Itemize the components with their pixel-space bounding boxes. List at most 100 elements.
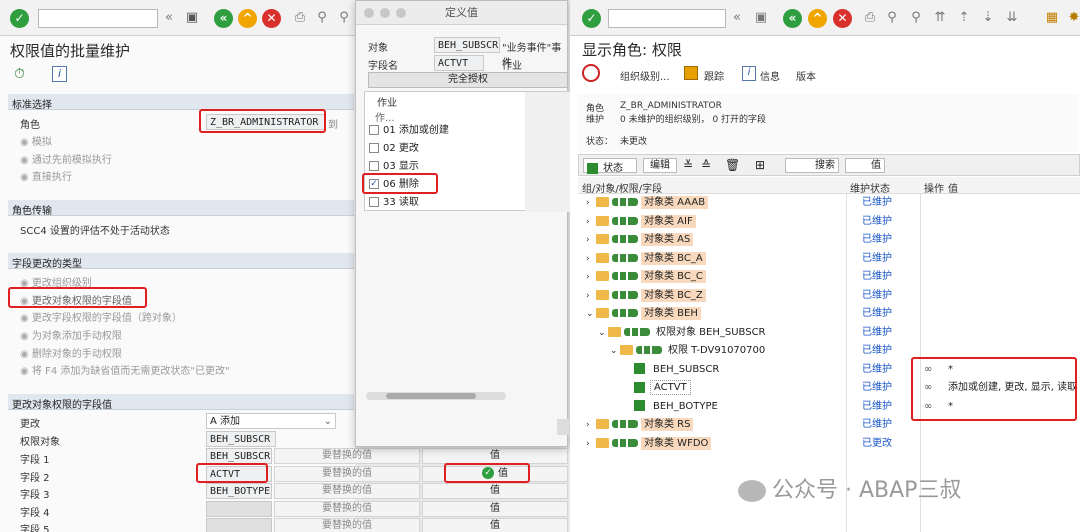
field-name-input[interactable] [206,500,272,517]
expand-chevron-icon[interactable]: › [586,231,596,249]
enter-icon[interactable]: ✓ [10,9,29,28]
expand-chevron-icon[interactable]: › [586,250,596,268]
back-icon[interactable]: « [783,9,802,28]
radio-delete-manual[interactable]: 删除对象的手动权限 [20,345,122,360]
save-icon[interactable]: ▣ [184,10,200,26]
cancel-icon[interactable]: ✕ [833,9,852,28]
field-name-input[interactable]: BEH_SUBSCR [206,448,272,464]
expand-chevron-icon[interactable]: › [586,435,596,453]
info-icon[interactable]: i [52,66,67,82]
enter-icon[interactable]: ✓ [582,9,601,28]
edit-button[interactable]: 编辑 [643,158,677,173]
tree-row[interactable]: › 对象类 AAAB 已维护 [582,194,1078,212]
collapse-icon[interactable]: « [161,10,177,26]
tree-row[interactable]: › 对象类 BC_A 已维护 [582,250,1078,268]
radio-f4-default[interactable]: 将 F4 添加为缺省值而无需更改状态"已更改" [20,362,230,377]
command-field[interactable] [38,9,158,28]
replace-value-cell[interactable]: 要替换的值 [274,465,420,482]
find-next-icon[interactable]: ⚲ [336,10,352,26]
tree-row[interactable]: › 对象类 AIF 已维护 [582,213,1078,231]
checkbox[interactable] [369,197,379,207]
save-icon[interactable]: ▣ [753,10,769,26]
last-page-icon[interactable]: ⇊ [1004,10,1020,26]
find-next-icon[interactable]: ⚲ [908,10,924,26]
tree-row[interactable]: › 对象类 BC_C 已维护 [582,268,1078,286]
radio-simulate[interactable]: 模拟 [20,133,52,148]
status-icon [587,162,598,174]
command-field[interactable] [608,9,726,28]
replace-value-cell[interactable]: 要替换的值 [274,483,420,499]
collapse-icon[interactable]: « [729,10,745,26]
exit-icon[interactable]: ^ [238,9,257,28]
tree-row[interactable]: ⌄ 权限对象 BEH_SUBSCR 已维护 [582,324,1078,342]
field-name-input[interactable] [206,518,272,532]
radio-add-manual[interactable]: 为对象添加手动权限 [20,327,122,342]
activity-item[interactable]: 02 更改 [369,141,519,157]
expand-chevron-icon[interactable]: › [586,416,596,434]
status-button[interactable]: 状态 [583,158,637,174]
expand-chevron-icon[interactable]: ⌄ [610,342,620,360]
checkbox[interactable] [369,125,379,135]
field-name-input[interactable]: BEH_BOTYPE [206,483,272,499]
next-page-icon[interactable]: ⇣ [980,10,996,26]
activity-item[interactable]: 33 读取 [369,195,519,211]
back-icon[interactable]: « [214,9,233,28]
help-icon[interactable]: ✸ [1066,10,1080,26]
info-icon[interactable]: i [742,66,756,81]
value-cell[interactable]: 值 [422,448,568,464]
radio-prev-sim[interactable]: 通过先前模拟执行 [20,151,112,166]
expand-all-icon[interactable]: ≚ [683,158,693,172]
activity-item[interactable]: 01 添加或创建 [369,123,519,139]
new-window-icon[interactable]: ▦ [1044,10,1060,26]
find-icon[interactable]: ⚲ [314,10,330,26]
insert-icon[interactable]: ⊞ [755,158,765,172]
minimize-dot-icon[interactable] [380,8,390,18]
trace-button[interactable]: 跟踪 [704,68,724,83]
expand-chevron-icon[interactable]: › [586,194,596,212]
dialog-action-icon[interactable] [557,419,569,435]
horizontal-scrollbar[interactable] [366,392,506,400]
execute-icon[interactable]: ⏱ [14,66,32,84]
info-button[interactable]: 信息 [760,68,780,83]
expand-chevron-icon[interactable]: ⌄ [598,324,608,342]
radio-cross-object[interactable]: 更改字段权限的字段值（跨对象） [20,309,182,324]
close-dot-icon[interactable] [364,8,374,18]
trace-icon[interactable] [684,66,698,80]
org-level-button[interactable]: 组织级别... [620,68,670,83]
version-button[interactable]: 版本 [796,68,816,83]
value-cell[interactable]: 值 [422,483,568,499]
object-input[interactable]: BEH_SUBSCR [206,431,276,447]
cancel-icon[interactable]: ✕ [262,9,281,28]
value-cell[interactable]: 值 [422,500,568,517]
tree-row[interactable]: › 对象类 AS 已维护 [582,231,1078,249]
first-page-icon[interactable]: ⇈ [932,10,948,26]
org-level-icon[interactable] [582,64,600,82]
value-cell[interactable]: 值 [422,518,568,532]
full-authorization-button[interactable]: 完全授权 [368,72,568,88]
expand-chevron-icon[interactable]: › [586,287,596,305]
find-icon[interactable]: ⚲ [884,10,900,26]
replace-value-cell[interactable]: 要替换的值 [274,518,420,532]
print-icon[interactable]: ⎙ [862,10,878,26]
expand-chevron-icon[interactable]: › [586,268,596,286]
tree-row[interactable]: ⌄ 对象类 BEH 已维护 [582,305,1078,323]
radio-direct[interactable]: 直接执行 [20,168,72,183]
collapse-all-icon[interactable]: ≙ [701,158,711,172]
expand-chevron-icon[interactable]: ⌄ [586,305,596,323]
maint-status: 已更改 [862,437,892,449]
tree-row[interactable]: › 对象类 WFDO 已更改 [582,435,1078,453]
print-icon[interactable]: ⎙ [292,10,308,26]
search-button[interactable]: 搜索 [785,158,839,173]
replace-value-cell[interactable]: 要替换的值 [274,448,420,464]
exit-icon[interactable]: ^ [808,9,827,28]
prev-page-icon[interactable]: ⇡ [956,10,972,26]
zoom-dot-icon[interactable] [396,8,406,18]
checkbox[interactable] [369,161,379,171]
delete-icon[interactable]: 🗑 [725,158,740,172]
replace-value-cell[interactable]: 要替换的值 [274,500,420,517]
tree-row[interactable]: › 对象类 BC_Z 已维护 [582,287,1078,305]
expand-chevron-icon[interactable]: › [586,213,596,231]
change-select[interactable]: A 添加 ⌄ [206,413,336,429]
value-button[interactable]: 值 [845,158,885,173]
checkbox[interactable] [369,143,379,153]
